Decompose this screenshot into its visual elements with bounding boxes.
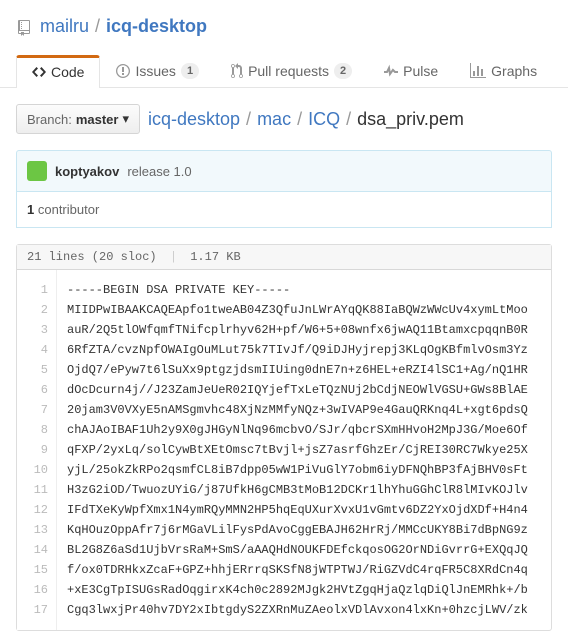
code-line: MIIDPwIBAAKCAQEApfo1tweAB04Z3QfuJnLWrAYq… [67,300,528,320]
file-header: 21 lines (20 sloc) | 1.17 KB [17,245,551,270]
code-line: OjdQ7/ePyw7t6lSuXx9ptgzjdsmIIUing0dnE7n+… [67,360,528,380]
code-lines: -----BEGIN DSA PRIVATE KEY-----MIIDPwIBA… [57,270,538,630]
file-content: 1234567891011121314151617 -----BEGIN DSA… [17,270,551,630]
line-number[interactable]: 17 [27,600,48,620]
tab-label: Pulse [403,63,438,79]
code-line: H3zG2iOD/TwuozUYiG/j87UfkH6gCMB3tMoB12DC… [67,480,528,500]
graph-icon [470,63,486,79]
breadcrumb-segment[interactable]: mac [257,109,291,130]
tab-graphs[interactable]: Graphs [454,55,553,87]
branch-prefix: Branch: [27,112,72,127]
code-line: BL2G8Z6aSd1UjbVrsRaM+SmS/aAAQHdNOUKFDEfc… [67,540,528,560]
code-line: KqHOuzOppAfr7j6rMGaVLilFysPdAvoCggEBAJH6… [67,520,528,540]
tab-issues[interactable]: Issues 1 [100,55,215,87]
code-line: auR/2Q5tlOWfqmfTNifcplrhyv62H+pf/W6+5+08… [67,320,528,340]
avatar[interactable] [27,161,47,181]
tab-label: Code [51,64,84,80]
caret-down-icon: ▾ [122,111,129,127]
line-number[interactable]: 3 [27,320,48,340]
code-line: chAJAoIBAF1Uh2y9X0gJHGyNlNq96mcbvO/SJr/q… [67,420,528,440]
file-box: 21 lines (20 sloc) | 1.17 KB 12345678910… [16,244,552,631]
line-number[interactable]: 5 [27,360,48,380]
code-line: IFdTXeKyWpfXmx1N4ymRQyMMN2HP5hqEqUXurXvx… [67,500,528,520]
line-number[interactable]: 14 [27,540,48,560]
line-numbers[interactable]: 1234567891011121314151617 [17,270,57,630]
code-icon [32,64,46,80]
tab-pulse[interactable]: Pulse [368,55,454,87]
tab-counter: 1 [181,63,199,79]
line-number[interactable]: 1 [27,280,48,300]
code-line: 6RfZTA/cvzNpfOWAIgOuMLut75k7TIvJf/Q9iDJH… [67,340,528,360]
branch-select-menu[interactable]: Branch: master ▾ [16,104,140,134]
breadcrumb-root[interactable]: icq-desktop [148,109,240,130]
code-line: +xE3CgTpISUGsRadOqgirxK4ch0c2892MJgk2HVt… [67,580,528,600]
line-number[interactable]: 6 [27,380,48,400]
breadcrumb-segment[interactable]: ICQ [308,109,340,130]
tab-label: Issues [135,63,175,79]
tab-label: Graphs [491,63,537,79]
branch-name: master [76,112,119,127]
line-number[interactable]: 12 [27,500,48,520]
commit-message-link[interactable]: release 1.0 [127,164,191,179]
code-line: f/ox0TDRHkxZcaF+GPZ+hhjERrrqSKSfN8jWTPTW… [67,560,528,580]
repo-icon [16,16,32,37]
code-line: -----BEGIN DSA PRIVATE KEY----- [67,280,528,300]
commit-author-link[interactable]: koptyakov [55,164,119,179]
tab-code[interactable]: Code [16,55,100,88]
tab-label: Pull requests [248,63,329,79]
repo-tabs: Code Issues 1 Pull requests 2 Pulse Grap… [0,55,568,88]
repo-name-link[interactable]: icq-desktop [106,16,207,37]
tab-pull-requests[interactable]: Pull requests 2 [215,55,368,87]
file-size: 1.17 KB [190,250,240,264]
issues-icon [116,63,130,79]
line-number[interactable]: 11 [27,480,48,500]
pulse-icon [384,63,398,79]
breadcrumb: icq-desktop / mac / ICQ / dsa_priv.pem [148,109,464,130]
line-number[interactable]: 7 [27,400,48,420]
file-line-count: 21 lines (20 sloc) [27,250,157,264]
contributors-bar[interactable]: 1 contributor [16,192,552,228]
contributor-label: contributor [38,202,99,217]
separator: / [95,16,100,37]
line-number[interactable]: 10 [27,460,48,480]
line-number[interactable]: 13 [27,520,48,540]
git-pull-request-icon [231,63,243,79]
line-number[interactable]: 2 [27,300,48,320]
contributor-count: 1 [27,202,34,217]
tab-counter: 2 [334,63,352,79]
repo-owner-link[interactable]: mailru [40,16,89,37]
line-number[interactable]: 9 [27,440,48,460]
code-line: qFXP/2yxLq/solCywBtXEtOmsc7tBvjl+jsZ7asr… [67,440,528,460]
line-number[interactable]: 15 [27,560,48,580]
breadcrumb-file: dsa_priv.pem [357,109,464,130]
line-number[interactable]: 8 [27,420,48,440]
code-line: 20jam3V0VXyE5nAMSgmvhc48XjNzMMfyNQz+3wIV… [67,400,528,420]
code-line: yjL/25okZkRPo2qsmfCL8iB7dpp05wW1PiVuGlY7… [67,460,528,480]
line-number[interactable]: 16 [27,580,48,600]
commit-tease: koptyakov release 1.0 [16,150,552,192]
file-navigation: Branch: master ▾ icq-desktop / mac / ICQ… [0,88,568,150]
line-number[interactable]: 4 [27,340,48,360]
code-line: dOcDcurn4j//J23ZamJeUeR02IQYjefTxLeTQzNU… [67,380,528,400]
code-line: Cgq3lwxjPr40hv7DY2xIbtgdyS2ZXRnMuZAeolxV… [67,600,528,620]
repo-title: mailru / icq-desktop [16,16,568,37]
